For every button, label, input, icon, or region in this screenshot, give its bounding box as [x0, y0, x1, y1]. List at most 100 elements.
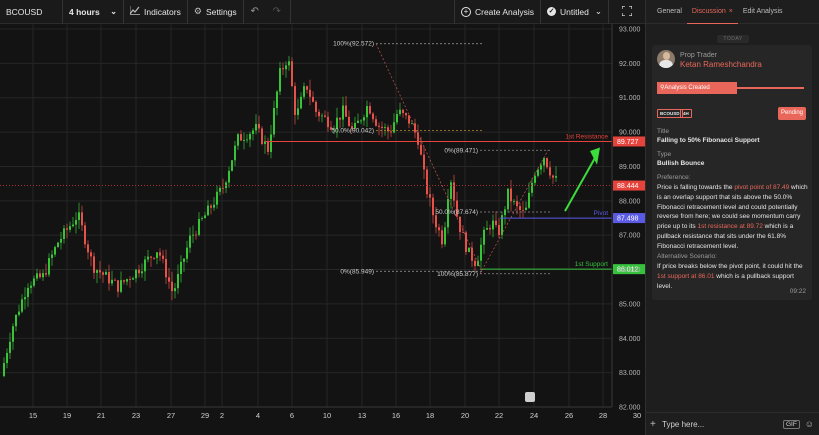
date-tick-label: 15	[29, 411, 37, 420]
top-toolbar: BCOUSD 4 hours ⌄ Indicators ⚙ Settings ↶…	[0, 0, 645, 24]
fib1-50-label: 50.0%(90.042)	[331, 128, 374, 135]
candle-bullish	[192, 234, 194, 236]
candle-bearish	[381, 126, 383, 128]
candle-bullish	[555, 176, 557, 178]
interval-selector[interactable]: 4 hours ⌄	[63, 0, 123, 24]
date-tick-label: 16	[392, 411, 400, 420]
tab-discussion[interactable]: Discussion ×	[686, 0, 738, 24]
message-input[interactable]	[660, 419, 783, 429]
create-analysis-button[interactable]: + Create Analysis	[455, 0, 540, 24]
price-chart[interactable]: 89.727 1st Resistance 88.444 87.498 Pivot 86.…	[0, 24, 645, 435]
candle-bullish	[12, 326, 14, 342]
layout-selector[interactable]: ✓ Untitled ⌄	[541, 0, 608, 24]
fib1-0-label: 0%(85.949)	[340, 268, 374, 275]
check-circle-icon: ✓	[547, 7, 557, 16]
candle-bullish	[297, 108, 299, 115]
indicators-button[interactable]: Indicators	[124, 0, 187, 24]
candle-bearish	[114, 279, 116, 281]
symbol-label: BCOUSD	[6, 6, 43, 17]
fib1-trendline	[375, 43, 483, 272]
tab-general[interactable]: General	[652, 0, 687, 24]
settings-button[interactable]: ⚙ Settings	[188, 0, 243, 24]
candle-bearish	[150, 256, 152, 258]
chart-area[interactable]: 89.727 1st Resistance 88.444 87.498 Pivot 86.…	[0, 24, 645, 435]
candle-bullish	[231, 160, 233, 171]
candle-bullish	[96, 270, 98, 273]
candle-bullish	[492, 220, 494, 230]
candle-bullish	[120, 280, 122, 292]
candle-bearish	[348, 116, 350, 127]
undo-button[interactable]: ↶	[244, 0, 266, 24]
chevron-down-icon: ⌄	[594, 6, 602, 16]
candle-bearish	[327, 116, 329, 128]
candle-bullish	[321, 115, 323, 117]
candle-bullish	[243, 140, 245, 141]
emoji-icon[interactable]: ☺	[805, 419, 814, 429]
gif-button[interactable]: GIF	[782, 419, 800, 429]
candle-bullish	[78, 212, 80, 221]
plus-icon[interactable]: +	[650, 419, 660, 430]
candle-bullish	[480, 244, 482, 261]
preference-label: Preference:	[657, 174, 691, 181]
candle-bearish	[39, 273, 41, 278]
tab-edit-analysis[interactable]: Edit Analysis	[738, 0, 788, 24]
candle-bullish	[540, 165, 542, 170]
candle-bearish	[405, 113, 407, 116]
candle-bullish	[48, 258, 50, 275]
candle-bullish	[69, 226, 71, 230]
candle-bullish	[9, 341, 11, 353]
support-label: 1st Support	[575, 261, 608, 268]
plus-circle-icon: +	[460, 6, 471, 17]
candle-bearish	[435, 215, 437, 228]
candle-bearish	[498, 224, 500, 235]
candle-bullish	[36, 273, 38, 279]
symbol-selector[interactable]: BCOUSD	[0, 0, 62, 24]
tab-general-label: General	[657, 8, 682, 15]
projection-arrow	[564, 155, 597, 212]
price-tick-label: 84.000	[619, 336, 641, 343]
price-tick-label: 89.000	[619, 164, 641, 171]
tab-discussion-label: Discussion	[691, 7, 726, 15]
date-tick-label: 10	[323, 411, 331, 420]
fullscreen-button[interactable]	[609, 0, 645, 24]
close-icon[interactable]: ×	[729, 8, 733, 15]
candle-bullish	[57, 242, 59, 248]
chevron-down-icon: ⌄	[110, 7, 117, 16]
candle-bearish	[318, 111, 320, 117]
candle-bearish	[312, 96, 314, 102]
date-tick-label: 24	[530, 411, 538, 420]
candle-bullish	[531, 182, 533, 193]
candle-bearish	[519, 206, 521, 211]
candle-bullish	[279, 68, 281, 92]
redo-button[interactable]: ↷	[266, 0, 288, 24]
candle-bullish	[483, 229, 485, 245]
candle-bullish	[543, 158, 545, 166]
candle-bullish	[228, 170, 230, 183]
candle-bullish	[15, 314, 17, 327]
price-tick-label: 93.000	[619, 27, 641, 34]
candle-bullish	[252, 130, 254, 134]
date-tick-label: 23	[132, 411, 140, 420]
candle-bearish	[294, 86, 296, 115]
author-name[interactable]: Ketan Rameshchandra	[680, 60, 762, 69]
candle-bullish	[147, 256, 149, 260]
candle-bearish	[222, 187, 224, 189]
candle-bullish	[513, 201, 515, 202]
avatar[interactable]	[657, 50, 675, 68]
candle-bullish	[444, 227, 446, 245]
candle-bullish	[132, 278, 134, 280]
message-time: 09:22	[789, 288, 806, 295]
candle-bullish	[537, 169, 539, 176]
candle-bullish	[246, 139, 248, 141]
alternative-text: If price breaks below the pivot point, i…	[657, 263, 803, 290]
candle-bullish	[72, 224, 74, 227]
candle-bullish	[126, 279, 128, 282]
candle-bullish	[189, 235, 191, 248]
price-tick-label: 86.000	[619, 267, 641, 274]
candle-bearish	[432, 197, 434, 216]
candle-bullish	[186, 247, 188, 259]
candle-bearish	[306, 86, 308, 90]
price-tick-label: 88.000	[619, 198, 641, 205]
date-tick-label: 22	[495, 411, 503, 420]
type-value: Bullish Bounce	[657, 160, 705, 167]
